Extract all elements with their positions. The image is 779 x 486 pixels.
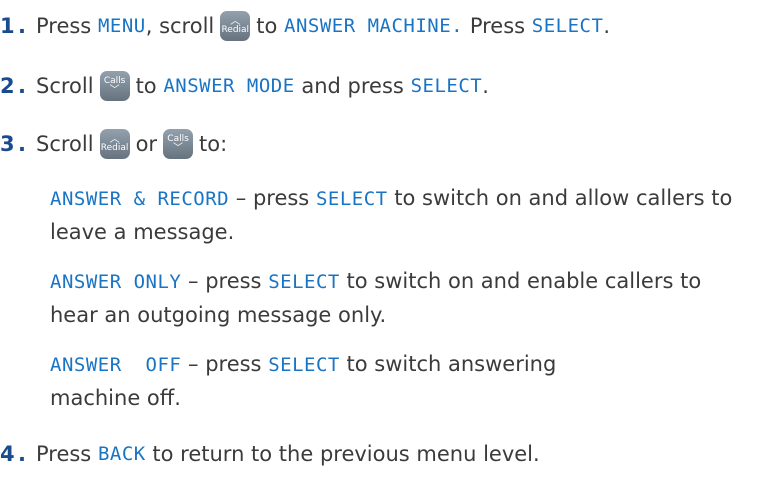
option-text: – press <box>181 352 269 376</box>
step-text: or <box>135 132 158 156</box>
step-number: 2 <box>0 74 15 98</box>
option-text: – press <box>229 186 316 210</box>
redial-key: ︿ Redial <box>220 11 251 41</box>
down-chevron-icon: ﹀ <box>173 143 184 154</box>
step-text: to <box>256 14 278 38</box>
step-text: . <box>603 14 611 38</box>
lcd-select: SELECT <box>268 271 340 293</box>
step-text: Scroll <box>35 74 94 98</box>
step-text: Press <box>469 14 526 38</box>
step-text: Press <box>35 442 92 466</box>
lcd-menu: MENU <box>97 15 146 37</box>
step-3: 3. Scroll ︿ Redial or Calls ﹀ to: <box>0 126 227 162</box>
redial-key: ︿ Redial <box>99 129 130 159</box>
step-4: 4. Press BACK to return to the previous … <box>0 436 540 472</box>
step-dot: . <box>18 14 26 38</box>
option-answer-only: ANSWER ONLY – press SELECT to switch on … <box>50 265 750 332</box>
lcd-select: SELECT <box>410 75 483 97</box>
step-1: 1. Press MENU, scroll ︿ Redial to ANSWER … <box>0 8 610 44</box>
instructions: 1. Press MENU, scroll ︿ Redial to ANSWER … <box>0 0 779 486</box>
lcd-answer-record: ANSWER & RECORD <box>50 188 230 210</box>
lcd-answer-off: ANSWER OFF <box>50 354 182 376</box>
step-text: to return to the previous menu level. <box>152 442 540 466</box>
key-label: Redial <box>221 25 250 35</box>
step-text: to: <box>199 132 228 156</box>
lcd-back: BACK <box>97 443 146 465</box>
step-dot: . <box>18 132 26 156</box>
step-text: . <box>482 74 489 98</box>
step-number: 1 <box>0 14 15 38</box>
step-text: and press <box>301 74 404 98</box>
step-text: to <box>135 74 157 98</box>
step-dot: . <box>18 74 26 98</box>
lcd-answer-mode: ANSWER MODE <box>163 75 295 97</box>
option-answer-record: ANSWER & RECORD – press SELECT to switch… <box>50 182 750 249</box>
calls-key: Calls ﹀ <box>163 129 194 159</box>
lcd-select: SELECT <box>268 354 340 376</box>
calls-key: Calls ﹀ <box>99 71 130 101</box>
lcd-select: SELECT <box>531 15 604 37</box>
step-2: 2. Scroll Calls ﹀ to ANSWER MODE and pres… <box>0 68 489 104</box>
down-chevron-icon: ﹀ <box>109 85 120 96</box>
step-text: , scroll <box>145 14 215 38</box>
step-number: 3 <box>0 132 15 156</box>
step-dot: . <box>18 442 26 466</box>
step-text: Press <box>35 14 92 38</box>
option-text: – press <box>181 269 269 293</box>
option-answer-off: ANSWER OFF – press SELECT to switch answ… <box>50 348 570 415</box>
lcd-select: SELECT <box>315 188 388 210</box>
step-number: 4 <box>0 442 15 466</box>
lcd-answer-only: ANSWER ONLY <box>50 271 182 293</box>
lcd-answer-machine: ANSWER MACHINE. <box>284 15 464 37</box>
step-text: Scroll <box>35 132 94 156</box>
key-label: Redial <box>100 143 129 153</box>
